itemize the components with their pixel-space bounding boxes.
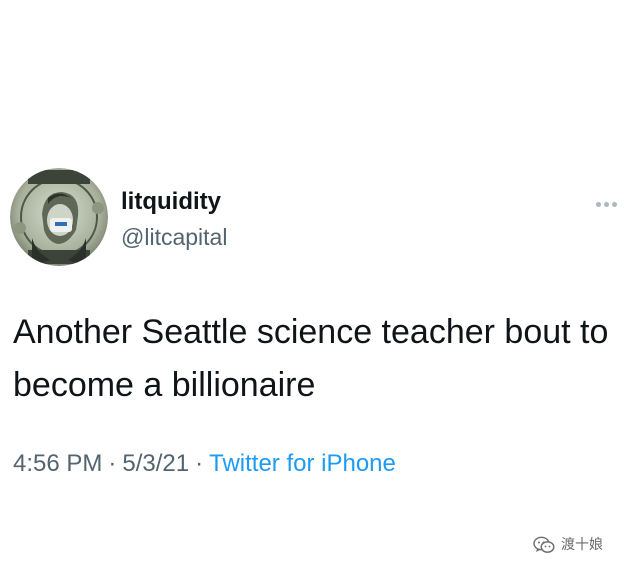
watermark-text: 渡十娘 xyxy=(561,537,603,553)
handle[interactable]: @litcapital xyxy=(121,222,227,252)
tweet-date[interactable]: 5/3/21 xyxy=(122,450,189,477)
tweet-source[interactable]: Twitter for iPhone xyxy=(209,450,396,477)
tweet-text: Another Seattle science teacher bout to … xyxy=(13,313,609,404)
meta-separator: · xyxy=(195,450,204,477)
tweet-time[interactable]: 4:56 PM xyxy=(13,450,102,477)
watermark: 渡十娘 xyxy=(533,534,603,556)
avatar[interactable] xyxy=(10,168,108,266)
dollar-bill-portrait-icon xyxy=(10,168,108,266)
tweet-meta: 4:56 PM · 5/3/21 · Twitter for iPhone xyxy=(13,447,396,481)
wechat-icon xyxy=(533,536,555,553)
more-dots-icon[interactable] xyxy=(596,198,620,212)
display-name[interactable]: litquidity xyxy=(121,187,221,217)
meta-separator: · xyxy=(108,450,117,477)
tweet-card: litquidity @litcapital Another Seattle s… xyxy=(0,0,624,572)
